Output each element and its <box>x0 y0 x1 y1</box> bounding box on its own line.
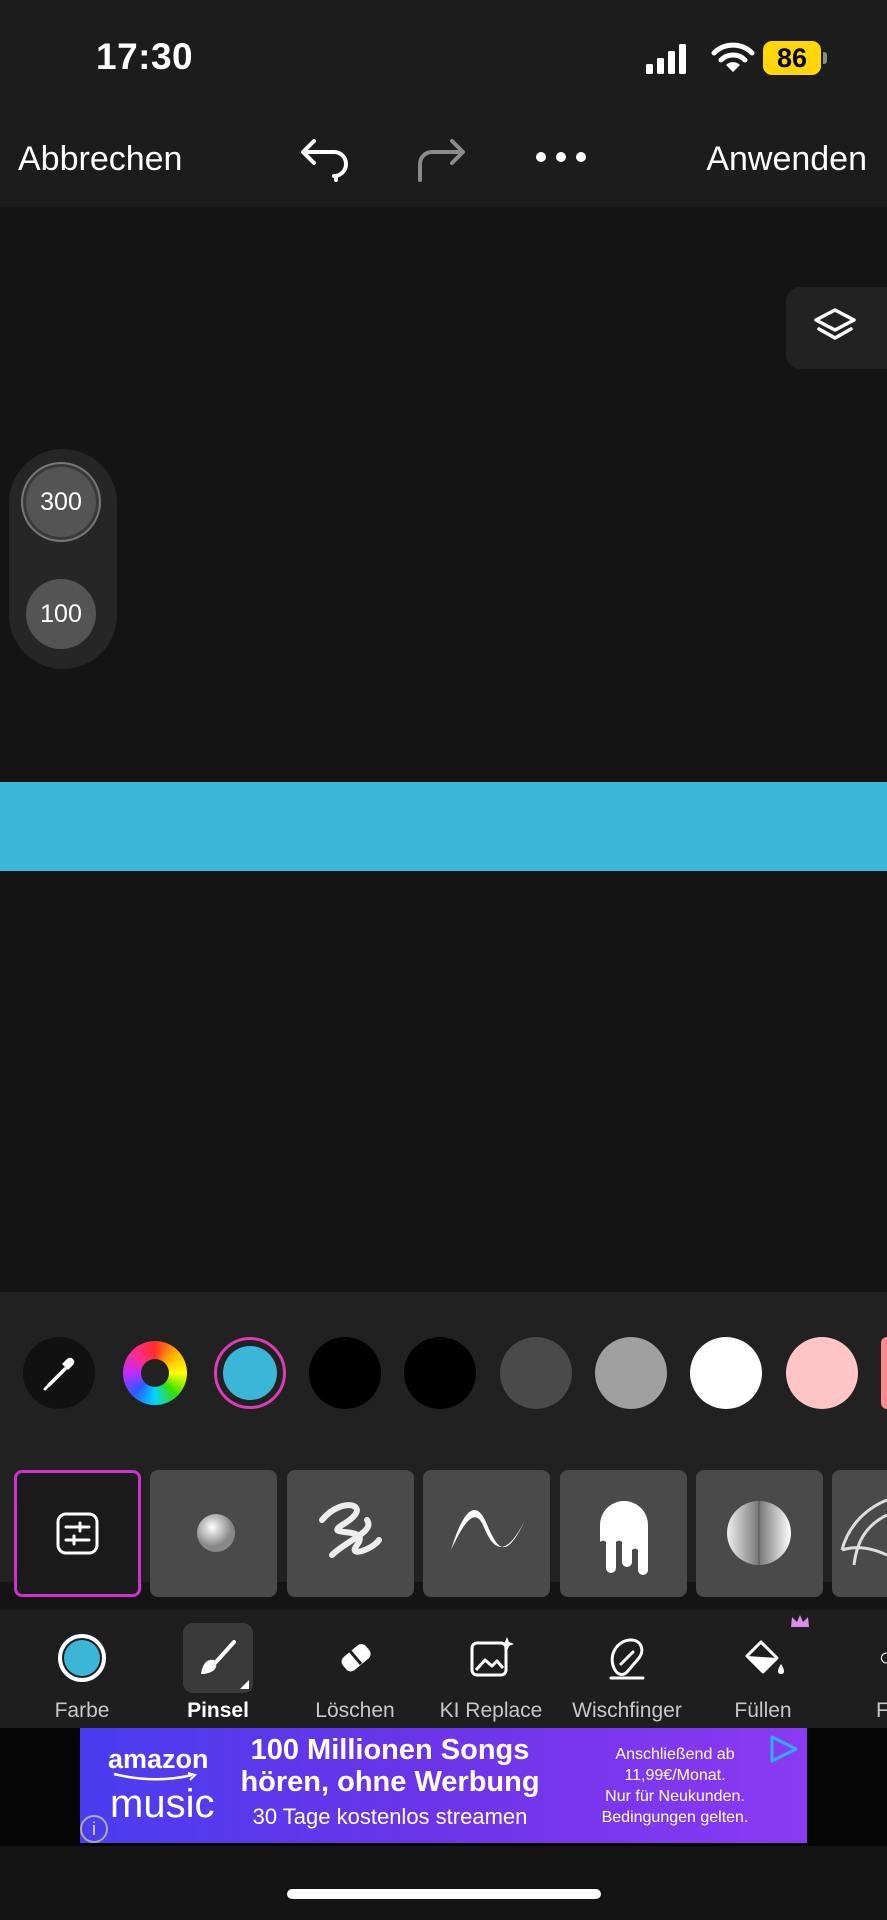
tool-label: F <box>876 1699 887 1722</box>
soft-round-brush-icon <box>197 1514 235 1552</box>
battery-indicator: 86 <box>763 41 827 75</box>
drip-brush-icon <box>600 1501 648 1575</box>
ad-fine-3: Nur für Neukunden. <box>605 1788 745 1805</box>
color-swatch[interactable] <box>500 1337 572 1409</box>
color-swatch[interactable] <box>690 1337 762 1409</box>
sliders-icon <box>56 1512 99 1555</box>
feather-brush-icon <box>840 1498 887 1566</box>
brush-preset-glow[interactable] <box>287 1470 414 1597</box>
selected-color-ring[interactable] <box>214 1337 286 1409</box>
ad-brand-line2: music <box>110 1782 215 1826</box>
ad-info-icon[interactable]: i <box>80 1815 108 1843</box>
color-dot-icon <box>47 1623 117 1693</box>
ad-subline: 30 Tage kostenlos streamen <box>252 1804 528 1829</box>
apply-button[interactable]: Anwenden <box>706 140 867 179</box>
smudge-icon <box>592 1623 662 1693</box>
brush-preset-soft-round[interactable] <box>150 1470 277 1597</box>
swatch-selected <box>223 1346 277 1400</box>
ad-headline-1: 100 Millionen Songs <box>250 1734 530 1766</box>
amazon-smile-icon <box>113 1772 197 1781</box>
tool-smudge[interactable]: Wischfinger <box>570 1610 684 1728</box>
eraser-icon <box>320 1623 390 1693</box>
signal-icon <box>646 44 686 74</box>
brush-preset-feather[interactable] <box>832 1470 887 1597</box>
brush-size-panel: 300 100 <box>9 449 117 669</box>
color-swatch[interactable] <box>404 1337 476 1409</box>
layers-icon <box>814 308 856 340</box>
tool-label: Wischfinger <box>572 1699 682 1722</box>
color-swatch[interactable] <box>786 1337 858 1409</box>
premium-crown-icon <box>791 1615 809 1627</box>
ai-replace-icon <box>456 1623 526 1693</box>
color-swatch[interactable] <box>881 1337 887 1409</box>
status-time: 17:30 <box>96 36 194 77</box>
tool-ai-replace[interactable]: KI Replace <box>434 1610 548 1728</box>
drawing-canvas[interactable] <box>0 207 887 1292</box>
ad-fine-2: 11,99€/Monat. <box>624 1767 726 1784</box>
painted-stroke <box>0 782 887 871</box>
battery-percent: 86 <box>776 43 808 73</box>
brush-preset-drip[interactable] <box>560 1470 687 1597</box>
fill-bucket-icon <box>728 1623 798 1693</box>
more-options-icon[interactable] <box>529 125 593 189</box>
layers-button[interactable] <box>786 287 887 369</box>
brush-preset-gradient[interactable] <box>696 1470 823 1597</box>
tool-label: Füllen <box>734 1699 792 1722</box>
ad-fine-1: Anschließend ab <box>615 1746 735 1763</box>
tool-label: Pinsel <box>187 1699 249 1722</box>
brush-settings-button[interactable] <box>14 1470 141 1597</box>
calligraphy-brush-icon <box>451 1510 525 1550</box>
eyedropper-icon <box>43 1357 75 1391</box>
cancel-button[interactable]: Abbrechen <box>18 140 182 179</box>
brush-preset-calligraphy[interactable] <box>423 1470 550 1597</box>
glow-brush-icon <box>319 1502 382 1558</box>
tool-eraser[interactable]: Löschen <box>298 1610 412 1728</box>
wifi-icon <box>711 42 755 72</box>
ad-brand-line1: amazon <box>108 1744 209 1774</box>
ad-choices-icon[interactable] <box>768 1734 800 1764</box>
brush-size-slider[interactable]: 300 <box>26 467 96 537</box>
tool-color[interactable]: Farbe <box>25 1610 139 1728</box>
color-wheel-button[interactable] <box>123 1341 187 1405</box>
ad-fine-4: Bedingungen gelten. <box>601 1809 749 1826</box>
eyedropper-button[interactable] <box>23 1337 95 1409</box>
opacity-slider[interactable]: 100 <box>26 579 96 649</box>
color-swatch[interactable] <box>595 1337 667 1409</box>
tool-label: Löschen <box>315 1699 395 1722</box>
brush-icon <box>183 1623 253 1693</box>
tool-partial[interactable]: F <box>842 1610 887 1728</box>
tool-brush[interactable]: Pinsel <box>161 1610 275 1728</box>
gradient-brush-icon <box>727 1501 791 1565</box>
undo-icon[interactable] <box>292 128 356 192</box>
tool-label: KI Replace <box>439 1699 543 1722</box>
ad-banner[interactable]: amazon music i 100 Millionen Songs hören… <box>80 1728 807 1843</box>
home-indicator <box>287 1889 601 1899</box>
partial-tool-icon <box>842 1623 887 1693</box>
current-color-dot <box>64 1640 100 1676</box>
color-swatch[interactable] <box>309 1337 381 1409</box>
redo-icon[interactable] <box>410 128 474 192</box>
tool-label: Farbe <box>54 1699 110 1722</box>
ad-headline-2: hören, ohne Werbung <box>240 1766 540 1798</box>
